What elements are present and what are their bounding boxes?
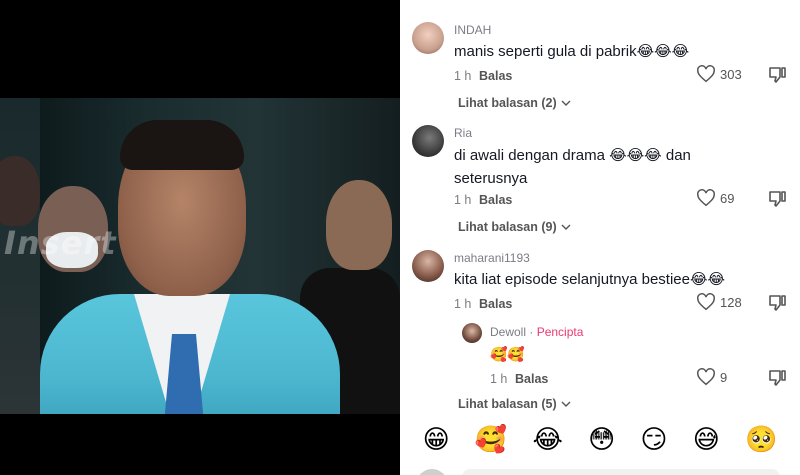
avatar <box>416 469 448 475</box>
comment-text: di awali dengan drama 😂😂😂 dan <box>454 147 691 164</box>
emoji-laugh-button[interactable]: 😂 <box>532 425 562 455</box>
video-frame: Insert <box>0 98 400 414</box>
comment-time: 1 h <box>454 297 472 311</box>
like-count: 9 <box>720 369 728 385</box>
creator-badge: Pencipta <box>536 325 584 339</box>
dislike-icon[interactable] <box>767 190 787 208</box>
like-button[interactable]: 69 <box>696 189 734 207</box>
comment-input[interactable] <box>462 469 780 475</box>
separator-dot: · <box>529 325 537 339</box>
view-replies-label: Lihat balasan (2) <box>458 96 557 110</box>
chevron-down-icon <box>561 100 571 106</box>
comment-time: 1 h <box>454 69 472 83</box>
like-button[interactable]: 9 <box>696 368 727 386</box>
reply-time: 1 h <box>490 372 508 386</box>
comment-username[interactable]: INDAH <box>454 23 491 37</box>
reply-username[interactable]: Dewoll · Pencipta <box>490 325 583 339</box>
comment-text: kita liat episode selanjutnya bestiee😂😂 <box>454 271 726 288</box>
heart-icon <box>697 368 715 386</box>
comment-text-line2: seterusnya <box>454 170 528 187</box>
emoji-smirk-button[interactable]: 😏 <box>640 425 667 455</box>
comment-username[interactable]: Ria <box>454 126 472 140</box>
reply-button[interactable]: Balas <box>479 297 512 311</box>
dislike-icon[interactable] <box>767 369 787 387</box>
bystander-left <box>0 156 40 226</box>
chevron-down-icon <box>561 401 571 407</box>
reply-text: 🥰🥰 <box>490 346 525 362</box>
like-count: 303 <box>720 66 742 82</box>
comment-time: 1 h <box>454 193 472 207</box>
comment-input-bar <box>400 466 800 475</box>
speaker-hair <box>120 120 244 170</box>
heart-icon <box>697 189 715 207</box>
emoji-flushed-button[interactable]: 😳 <box>588 425 615 455</box>
comment-text: manis seperti gula di pabrik😂😂😂 <box>454 43 690 60</box>
view-replies-link[interactable]: Lihat balasan (2) <box>458 96 571 110</box>
emoji-love-button[interactable]: 🥰 <box>475 425 507 455</box>
like-button[interactable]: 128 <box>696 293 742 311</box>
comments-panel: INDAH manis seperti gula di pabrik😂😂😂 1 … <box>400 0 800 475</box>
emoji-pleading-button[interactable]: 🥺 <box>745 425 777 455</box>
view-replies-link[interactable]: Lihat balasan (9) <box>458 220 571 234</box>
reply-button[interactable]: Balas <box>479 69 512 83</box>
view-replies-link[interactable]: Lihat balasan (5) <box>458 397 571 411</box>
emoji-quick-bar: 😁 🥰 😂 😳 😏 😅 🥺 <box>400 416 800 464</box>
heart-icon <box>697 65 715 83</box>
reply-button[interactable]: Balas <box>479 193 512 207</box>
comment-username[interactable]: maharani1193 <box>454 251 530 265</box>
view-replies-label: Lihat balasan (5) <box>458 397 557 411</box>
emoji-grin-button[interactable]: 😁 <box>423 425 450 455</box>
reply-username-label: Dewoll <box>490 325 527 339</box>
avatar[interactable] <box>412 125 444 157</box>
chevron-down-icon <box>561 224 571 230</box>
avatar[interactable] <box>412 22 444 54</box>
like-count: 128 <box>720 294 742 310</box>
emoji-sweat-button[interactable]: 😅 <box>693 425 720 455</box>
like-button[interactable]: 303 <box>696 65 742 83</box>
dislike-icon[interactable] <box>767 294 787 312</box>
video-player[interactable]: Insert <box>0 0 400 475</box>
dislike-icon[interactable] <box>767 66 787 84</box>
avatar[interactable] <box>412 250 444 282</box>
heart-icon <box>697 293 715 311</box>
bystander-right <box>326 180 392 270</box>
channel-watermark: Insert <box>4 224 117 262</box>
like-count: 69 <box>720 190 735 206</box>
view-replies-label: Lihat balasan (9) <box>458 220 557 234</box>
reply-button[interactable]: Balas <box>515 372 548 386</box>
avatar[interactable] <box>462 323 482 343</box>
